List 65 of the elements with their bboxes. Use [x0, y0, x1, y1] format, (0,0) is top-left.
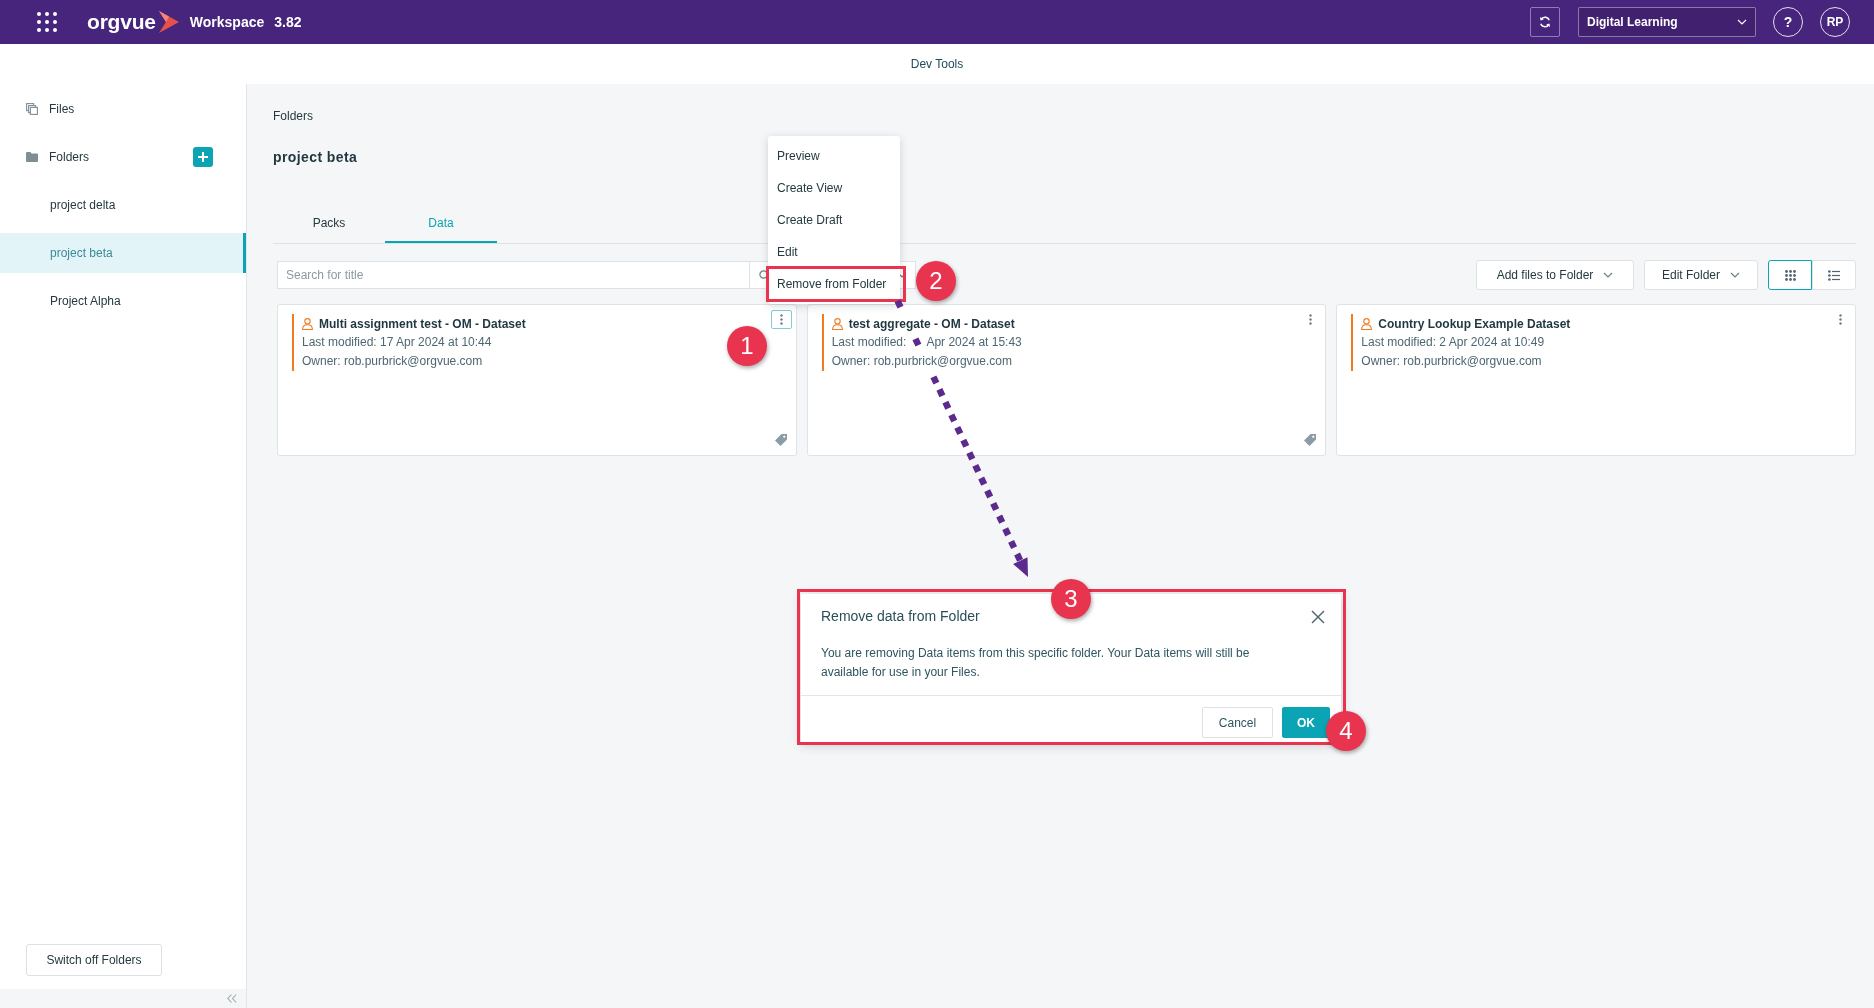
- card-modified-text: Last modified:: [831, 334, 907, 351]
- breadcrumb-link[interactable]: Folders: [273, 108, 313, 124]
- card-title: Country Lookup Example Dataset: [1378, 316, 1571, 331]
- menu-item[interactable]: Remove from Folder: [768, 268, 900, 300]
- caret-icon: [1730, 272, 1740, 278]
- person-icon: [1361, 317, 1373, 330]
- card-title: test aggregate - OM - Dataset: [848, 316, 1015, 331]
- card-owner: Owner: rob.purbrick@orgvue.com: [831, 353, 1012, 370]
- add-files-dropdown-button[interactable]: Add files to Folder: [1476, 260, 1634, 290]
- grid-view-icon: [1784, 269, 1796, 281]
- kebab-icon: [1839, 314, 1842, 325]
- refresh-button[interactable]: [1530, 7, 1560, 37]
- card-modified-text: Apr 2024 at 15:43: [926, 334, 1022, 351]
- switch-off-folders-button[interactable]: Switch off Folders: [26, 944, 162, 976]
- step-number-badge: 2: [916, 261, 956, 301]
- data-card[interactable]: Country Lookup Example Dataset Last modified: 2 Apr 2024 at 10:49 Owner: rob.purbrick@orgvue.com: [1336, 304, 1856, 456]
- more-options-button[interactable]: [770, 310, 792, 329]
- person-icon: [302, 317, 313, 330]
- view-toggle-button[interactable]: [1768, 260, 1812, 290]
- card-modified-text: Last modified: 2 Apr 2024 at 10:49: [1361, 334, 1545, 351]
- card-modified-text: Last modified: 17 Apr 2024 at 10:44: [302, 334, 492, 351]
- double-chevron-left-icon: [227, 994, 237, 1003]
- menu-item[interactable]: Preview: [768, 140, 900, 172]
- app-launcher-button[interactable]: [37, 12, 57, 32]
- step-number-badge: 4: [1326, 711, 1366, 751]
- step-number-badge: 3: [1051, 579, 1091, 619]
- section-title: Dev Tools: [910, 57, 964, 71]
- folder-item[interactable]: project delta: [0, 185, 246, 225]
- tab[interactable]: Packs: [273, 205, 385, 243]
- product-name: Workspace: [189, 14, 265, 30]
- workspace-select[interactable]: Digital Learning: [1578, 7, 1756, 37]
- refresh-icon: [1539, 16, 1551, 28]
- list-view-icon: [1828, 269, 1840, 281]
- folder-icon: [26, 152, 38, 162]
- dialog-message: You are removing Data items from this specific folder. Your Data items will still be available for use in your Files.: [820, 645, 1251, 681]
- version-label: 3.82: [274, 14, 302, 30]
- folder-item[interactable]: Project Alpha: [0, 281, 246, 321]
- grid-menu-icon: [37, 12, 57, 32]
- logo-mark-icon: [158, 11, 179, 33]
- logo-text: orgvue: [87, 10, 156, 34]
- card-owner: Owner: rob.purbrick@orgvue.com: [302, 353, 483, 370]
- nav-link[interactable]: Folders: [49, 150, 89, 164]
- caret-icon: [1737, 19, 1747, 25]
- caret-icon: [1603, 272, 1614, 278]
- person-icon: [831, 317, 843, 330]
- cancel-button[interactable]: Cancel: [1202, 707, 1273, 738]
- add-folder-button[interactable]: [193, 147, 213, 167]
- plus-icon: [198, 152, 208, 162]
- page-title: project beta: [273, 149, 358, 165]
- files-icon: [26, 103, 38, 115]
- data-card[interactable]: test aggregate - OM - Dataset Last modified: Apr 2024 at 15:43 Owner: rob.purbrick@orgvue.com: [806, 304, 1327, 456]
- kebab-icon: [779, 314, 783, 325]
- close-icon: [1311, 609, 1325, 624]
- close-button[interactable]: [1311, 609, 1325, 624]
- card-title: Multi assignment test - OM - Dataset: [319, 316, 526, 331]
- nav-link[interactable]: Files: [49, 102, 75, 116]
- kebab-icon: [1309, 314, 1313, 325]
- menu-item[interactable]: Create View: [768, 172, 900, 204]
- menu-item[interactable]: Create Draft: [768, 204, 900, 236]
- dialog-title: Remove data from Folder: [821, 608, 980, 625]
- folder-item[interactable]: project beta: [0, 233, 246, 273]
- card-owner: Owner: rob.purbrick@orgvue.com: [1361, 353, 1542, 370]
- search-field[interactable]: Search for title: [277, 261, 749, 289]
- edit-folder-dropdown-button[interactable]: Edit Folder: [1644, 260, 1758, 290]
- menu-item[interactable]: Edit: [768, 236, 900, 268]
